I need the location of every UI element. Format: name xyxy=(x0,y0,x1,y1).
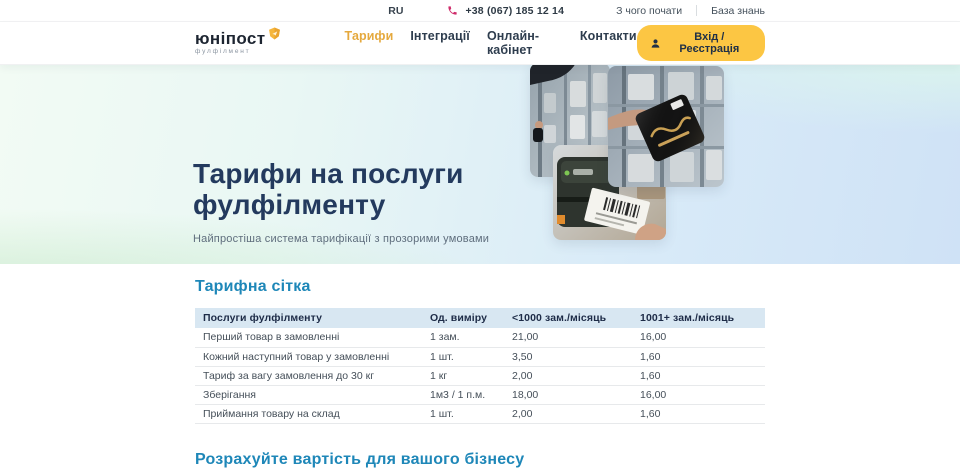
nav-item-tariffs[interactable]: Тарифи xyxy=(345,29,394,57)
login-register-button[interactable]: Вхід / Реєстрація xyxy=(637,25,765,61)
link-knowledge-base[interactable]: База знань xyxy=(711,5,765,17)
table-row: Перший товар в замовленні 1 зам. 21,00 1… xyxy=(195,328,765,347)
cell-price-low: 18,00 xyxy=(512,385,640,404)
cell-service: Тариф за вагу замовлення до 30 кг xyxy=(195,366,430,385)
phone-link[interactable]: +38 (067) 185 12 14 xyxy=(447,5,564,17)
link-how-to-start[interactable]: З чого почати xyxy=(616,5,682,17)
language-switcher[interactable]: RU xyxy=(388,5,403,17)
cell-unit: 1 шт. xyxy=(430,404,512,423)
nav-item-contacts[interactable]: Контакти xyxy=(580,29,637,57)
table-row: Зберігання 1м3 / 1 п.м. 18,00 16,00 xyxy=(195,385,765,404)
cell-price-low: 21,00 xyxy=(512,328,640,347)
logo-name: юніпост xyxy=(195,30,266,47)
col-header-service: Послуги фулфілменту xyxy=(195,308,430,328)
black-package-photo xyxy=(608,66,724,187)
cell-unit: 1 зам. xyxy=(430,328,512,347)
cell-unit: 1м3 / 1 п.м. xyxy=(430,385,512,404)
cell-price-high: 16,00 xyxy=(640,328,765,347)
divider xyxy=(696,5,697,16)
cell-unit: 1 шт. xyxy=(430,347,512,366)
col-header-under-1000: <1000 зам./місяць xyxy=(512,308,640,328)
hero-section: Тарифи на послугифулфілменту Найпростіша… xyxy=(0,64,960,264)
cell-price-low: 2,00 xyxy=(512,366,640,385)
cell-price-high: 1,60 xyxy=(640,347,765,366)
col-header-unit: Од. виміру xyxy=(430,308,512,328)
pricing-heading: Тарифна сітка xyxy=(195,278,765,296)
phone-icon xyxy=(447,5,458,16)
cell-service: Перший товар в замовленні xyxy=(195,328,430,347)
logo[interactable]: юніпост фулфілмент xyxy=(195,30,281,56)
cell-service: Зберігання xyxy=(195,385,430,404)
phone-number: +38 (067) 185 12 14 xyxy=(465,5,564,17)
login-register-label: Вхід / Реєстрація xyxy=(667,31,752,55)
main-menu: Тарифи Інтеграції Онлайн-кабінет Контакт… xyxy=(345,29,637,57)
main-navbar: юніпост фулфілмент Тарифи Інтеграції Онл… xyxy=(0,22,960,64)
cell-price-high: 16,00 xyxy=(640,385,765,404)
logo-shield-icon xyxy=(268,27,281,40)
page: RU +38 (067) 185 12 14 З чого почати Баз… xyxy=(0,0,960,475)
cell-unit: 1 кг xyxy=(430,366,512,385)
calculator-heading: Розрахуйте вартість для вашого бізнесу xyxy=(195,451,765,469)
logo-tagline: фулфілмент xyxy=(195,49,281,56)
cell-service: Приймання товару на склад xyxy=(195,404,430,423)
page-title: Тарифи на послугифулфілменту xyxy=(193,158,489,220)
table-row: Кожний наступний товар у замовленні 1 шт… xyxy=(195,347,765,366)
table-row: Тариф за вагу замовлення до 30 кг 1 кг 2… xyxy=(195,366,765,385)
cell-service: Кожний наступний товар у замовленні xyxy=(195,347,430,366)
nav-item-integrations[interactable]: Інтеграції xyxy=(410,29,470,57)
page-subtitle: Найпростіша система тарифікації з прозор… xyxy=(193,233,489,245)
nav-item-online-cabinet[interactable]: Онлайн-кабінет xyxy=(487,29,563,57)
col-header-over-1001: 1001+ зам./місяць xyxy=(640,308,765,328)
tariff-table: Послуги фулфілменту Од. виміру <1000 зам… xyxy=(195,308,765,424)
cell-price-high: 1,60 xyxy=(640,404,765,423)
cell-price-low: 3,50 xyxy=(512,347,640,366)
user-icon xyxy=(650,38,661,49)
table-header-row: Послуги фулфілменту Од. виміру <1000 зам… xyxy=(195,308,765,328)
pricing-section: Тарифна сітка Послуги фулфілменту Од. ви… xyxy=(0,264,960,469)
utility-bar: RU +38 (067) 185 12 14 З чого почати Баз… xyxy=(0,0,960,22)
cell-price-low: 2,00 xyxy=(512,404,640,423)
cell-price-high: 1,60 xyxy=(640,366,765,385)
table-row: Приймання товару на склад 1 шт. 2,00 1,6… xyxy=(195,404,765,423)
